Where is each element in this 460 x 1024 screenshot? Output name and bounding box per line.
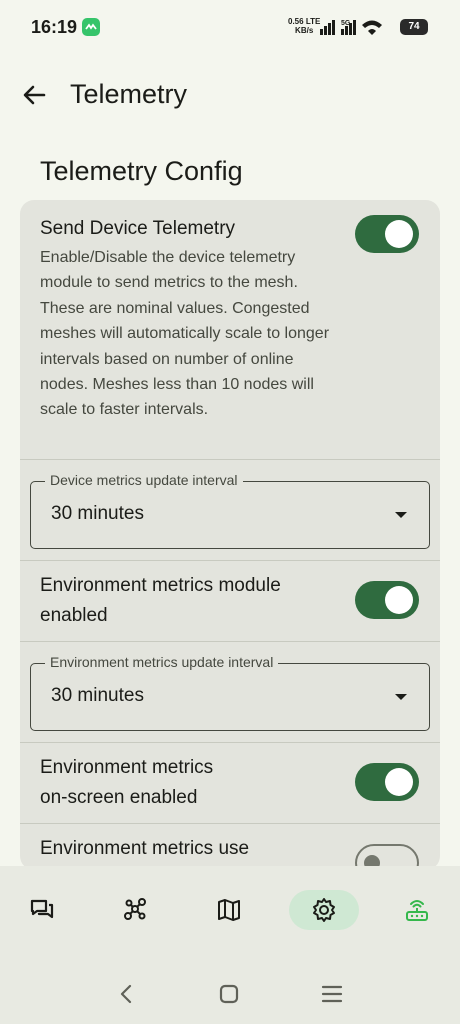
page-title: Telemetry — [70, 79, 188, 109]
environment-interval-row: Environment metrics update interval 30 m… — [20, 642, 440, 742]
system-home-icon[interactable] — [219, 984, 239, 1004]
top-app-bar: Telemetry — [0, 62, 460, 126]
telemetry-config-card: Send Device Telemetry Enable/Disable the… — [20, 200, 440, 870]
map-icon — [218, 899, 240, 921]
nav-item-nodes[interactable] — [100, 890, 170, 930]
device-metrics-interval-dropdown[interactable]: Device metrics update interval 30 minute… — [30, 472, 430, 549]
setting-description: Enable/Disable the device telemetry modu… — [40, 249, 330, 419]
wifi-icon — [362, 20, 382, 35]
switch-thumb — [385, 220, 413, 248]
nav-item-settings[interactable] — [289, 890, 359, 930]
dropdown-label: Environment metrics update interval — [45, 654, 279, 670]
nodes-icon — [124, 898, 146, 920]
setting-title-line2: enabled — [40, 605, 108, 626]
status-icons: 5G — [318, 17, 398, 42]
setting-title-line1: Environment metrics — [40, 757, 214, 778]
settings-gear-icon — [313, 898, 335, 922]
signal-icon-1 — [320, 20, 335, 35]
system-menu-icon[interactable] — [321, 985, 343, 1003]
battery-icon: 74 — [400, 19, 428, 35]
environment-onscreen-switch[interactable] — [355, 763, 419, 801]
environment-module-row[interactable]: Environment metrics module enabled — [20, 561, 440, 641]
switch-thumb — [385, 586, 413, 614]
system-back-icon[interactable] — [118, 984, 134, 1004]
environment-module-switch[interactable] — [355, 581, 419, 619]
send-device-telemetry-switch[interactable] — [355, 215, 419, 253]
bottom-navigation — [0, 866, 460, 956]
environment-use-row[interactable]: Environment metrics use — [20, 824, 440, 870]
dropdown-arrow-icon — [395, 512, 407, 518]
setting-title-line1: Environment metrics module — [40, 575, 281, 596]
setting-title-line2: on-screen enabled — [40, 787, 198, 808]
nav-item-connections[interactable] — [382, 890, 452, 930]
environment-onscreen-row[interactable]: Environment metrics on-screen enabled — [20, 743, 440, 823]
switch-thumb — [385, 768, 413, 796]
router-connected-icon — [406, 900, 428, 921]
nav-item-messages[interactable] — [7, 890, 77, 930]
dropdown-value: 30 minutes — [51, 685, 144, 706]
notification-app-icon — [82, 18, 100, 36]
arrow-back-icon — [23, 85, 46, 105]
nav-item-map[interactable] — [194, 890, 264, 930]
setting-title-line1: Environment metrics use — [40, 838, 250, 859]
dropdown-label: Device metrics update interval — [45, 472, 243, 488]
status-bar: 16:19 0.56 LTE KB/s 5G 74 — [0, 0, 460, 56]
environment-interval-dropdown[interactable]: Environment metrics update interval 30 m… — [30, 654, 430, 731]
status-time: 16:19 — [31, 17, 78, 37]
section-title: Telemetry Config — [40, 156, 243, 186]
speed-unit: KB/s — [295, 26, 314, 35]
dropdown-value: 30 minutes — [51, 503, 144, 524]
back-button[interactable] — [18, 78, 52, 112]
dropdown-arrow-icon — [395, 694, 407, 700]
speed-value: 0.56 — [288, 17, 304, 26]
send-device-telemetry-row[interactable]: Send Device Telemetry Enable/Disable the… — [20, 200, 440, 460]
chat-icon — [30, 899, 54, 919]
system-navigation-bar — [0, 956, 460, 1024]
network-speed: 0.56 LTE KB/s — [288, 17, 320, 35]
setting-title: Send Device Telemetry — [40, 218, 236, 239]
device-metrics-interval-row: Device metrics update interval 30 minute… — [20, 460, 440, 560]
